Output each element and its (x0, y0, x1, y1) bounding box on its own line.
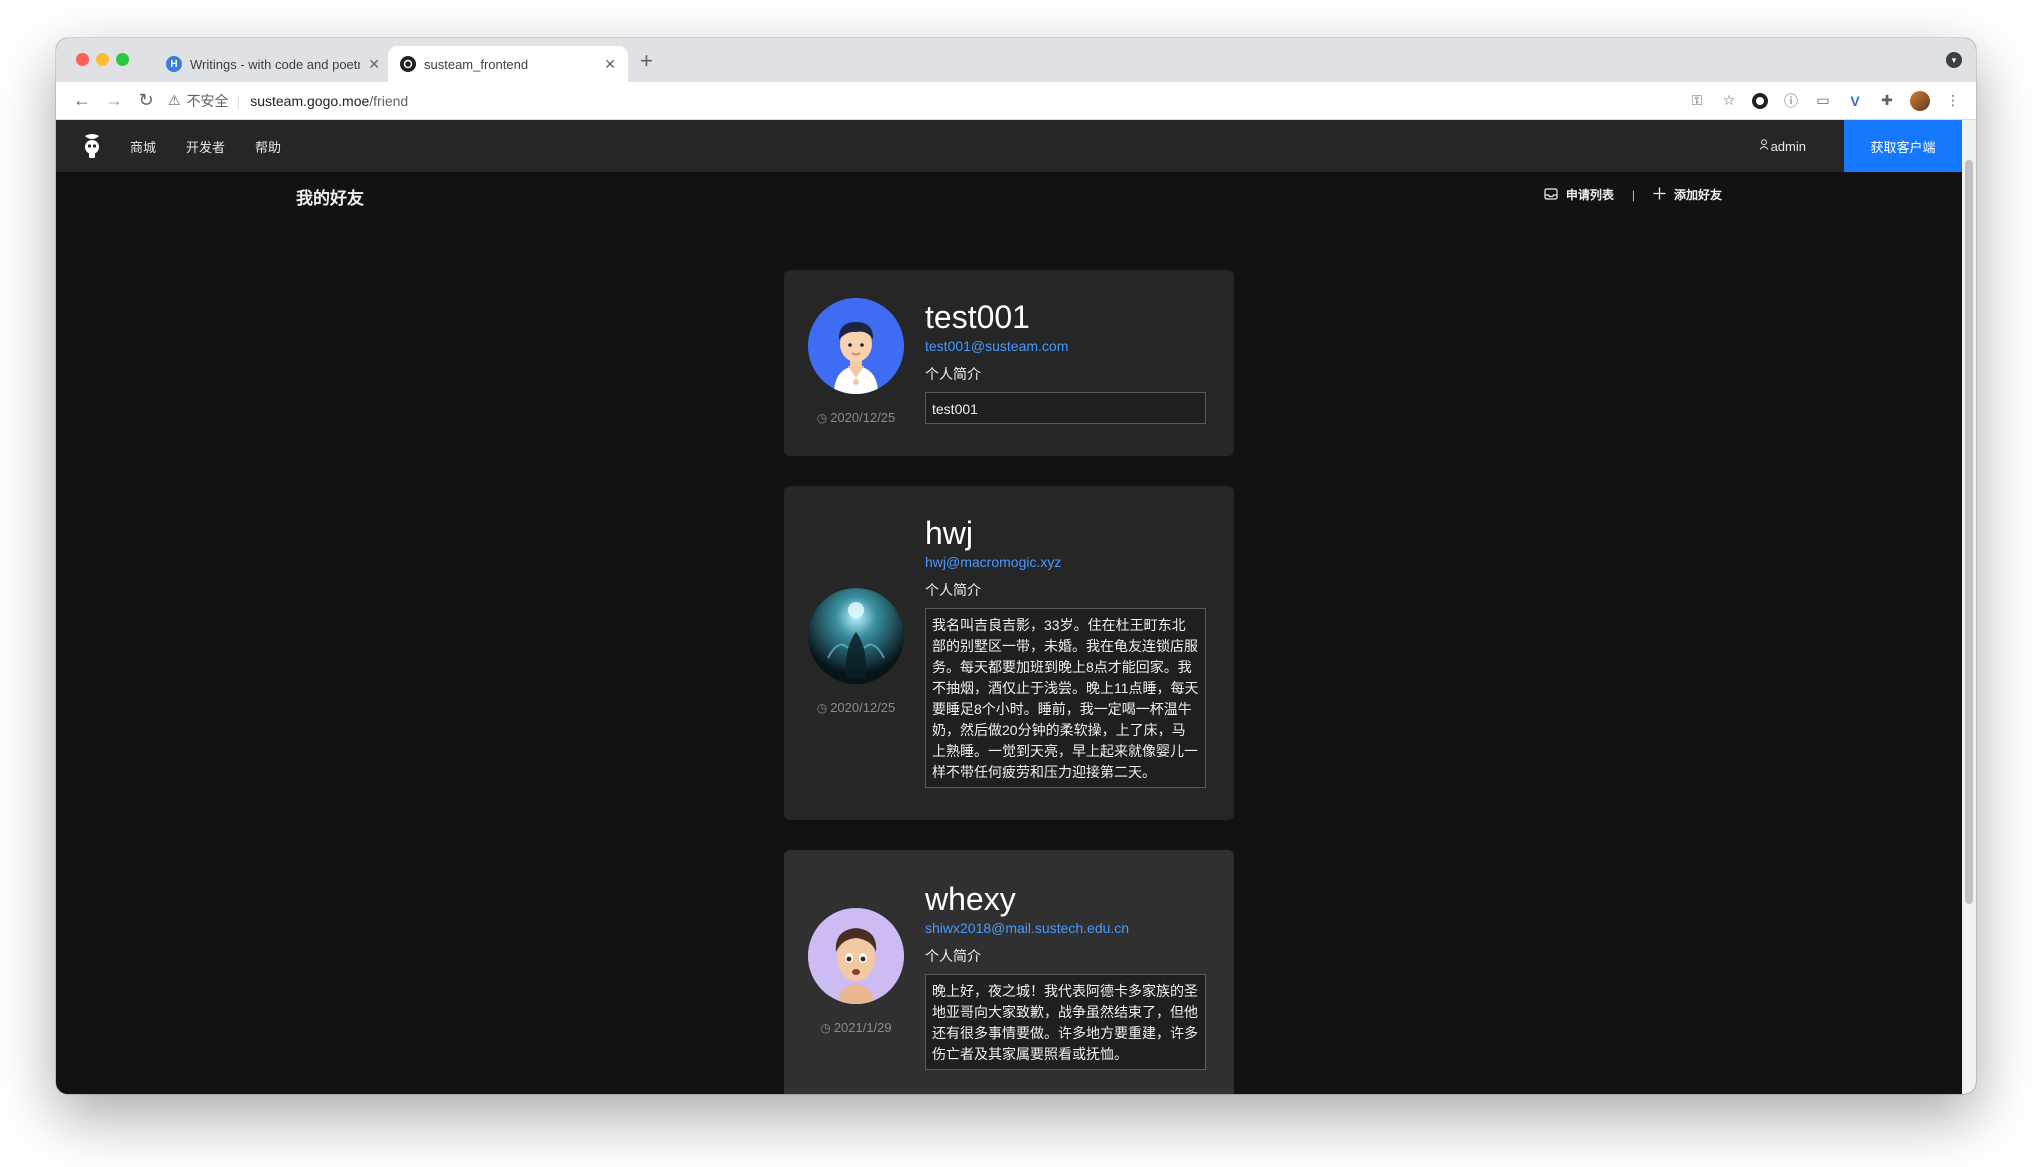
document-icon[interactable]: ▭ (1814, 92, 1832, 110)
bio-label: 个人简介 (925, 366, 981, 382)
username-label: admin (1770, 138, 1806, 154)
top-navigation: 商城 开发者 帮助 admin 获取客户端 (56, 120, 1962, 172)
action-divider: | (1631, 187, 1635, 202)
bio-label: 个人简介 (925, 948, 981, 964)
page-header: 我的好友 申请列表 | 添加好友 (56, 172, 1962, 218)
friend-bio: test001 (925, 392, 1206, 424)
browser-tab-susteam[interactable]: susteam_frontend ✕ (388, 46, 628, 82)
bookmark-star-icon[interactable]: ☆ (1720, 92, 1738, 110)
friend-avatar[interactable] (808, 588, 904, 684)
inbox-icon (1544, 187, 1558, 203)
friend-info: whexy shiwx2018@mail.sustech.edu.cn 个人简介… (925, 880, 1206, 1070)
friend-name: hwj (925, 515, 974, 551)
scrollbar-thumb[interactable] (1965, 160, 1973, 904)
address-separator: | (236, 92, 241, 109)
scrollbar[interactable] (1962, 120, 1976, 1094)
page-title: 我的好友 (296, 189, 364, 208)
insecure-label: 不安全 (186, 92, 229, 109)
warning-triangle-icon: ⚠ (168, 92, 181, 108)
toolbar-icons: ⚿ ☆ ⓘ ▭ V ✚ ⋮ (1688, 90, 1962, 111)
browser-tab-writings[interactable]: H Writings - with code and poetr ✕ (154, 46, 392, 82)
tab-close-icon[interactable]: ✕ (604, 56, 616, 73)
friend-info: hwj hwj@macromogic.xyz 个人简介 我名叫吉良吉影，33岁。… (925, 514, 1206, 788)
friend-date: ◷ 2021/1/29 (820, 1020, 892, 1035)
app-viewport: 商城 开发者 帮助 admin 获取客户端 我的好友 申请列表 | 添加好友 ◷… (56, 120, 1962, 1094)
friend-name: whexy (925, 881, 1016, 917)
info-circle-icon[interactable]: ⓘ (1782, 92, 1800, 110)
nav-item-developer[interactable]: 开发者 (186, 137, 225, 156)
clock-icon: ◷ (816, 411, 828, 425)
reload-icon[interactable]: ↻ (130, 90, 162, 111)
clock-icon: ◷ (820, 1021, 831, 1035)
get-client-button[interactable]: 获取客户端 (1844, 120, 1962, 172)
friend-name: test001 (925, 299, 1030, 335)
puzzle-extensions-icon[interactable]: ✚ (1878, 92, 1896, 110)
extension-record-icon[interactable] (1752, 92, 1768, 109)
url-path: /friend (369, 92, 409, 109)
more-vertical-icon[interactable]: ⋮ (1944, 92, 1962, 110)
request-list-label: 申请列表 (1565, 188, 1614, 202)
plus-icon (1653, 187, 1666, 203)
maximize-window-button[interactable] (116, 53, 129, 66)
back-arrow-icon[interactable]: ← (66, 90, 98, 111)
friend-date: ◷ 2020/12/25 (816, 410, 896, 425)
site-logo-icon[interactable] (80, 132, 104, 160)
friend-email[interactable]: hwj@macromogic.xyz (925, 554, 1206, 570)
key-icon[interactable]: ⚿ (1688, 92, 1706, 110)
url-host: susteam.gogo.moe (250, 92, 370, 109)
tab-title: susteam_frontend (424, 56, 529, 72)
nav-right: admin 获取客户端 (1759, 120, 1962, 172)
friend-date: ◷ 2020/12/25 (816, 700, 896, 715)
tab-title: Writings - with code and poetr (190, 56, 361, 72)
address-bar[interactable]: ⚠ 不安全 | susteam.gogo.moe /friend (168, 86, 1688, 116)
tab-search-chevron-icon[interactable]: ▾ (1946, 52, 1962, 68)
clock-icon: ◷ (816, 701, 828, 715)
close-window-button[interactable] (76, 53, 89, 66)
friend-avatar[interactable] (808, 298, 904, 394)
tab-strip: H Writings - with code and poetr ✕ suste… (56, 38, 1976, 82)
request-list-button[interactable]: 申请列表 (1544, 186, 1614, 203)
profile-avatar-icon[interactable] (1910, 90, 1930, 111)
add-friend-label: 添加好友 (1673, 188, 1722, 202)
nav-item-help[interactable]: 帮助 (255, 137, 281, 156)
new-tab-plus-icon[interactable]: + (640, 48, 653, 74)
friend-bio: 晚上好，夜之城！我代表阿德卡多家族的圣地亚哥向大家致歉，战争虽然结束了，但他还有… (925, 974, 1206, 1070)
friend-card: ◷ 2020/12/25 test001 test001@susteam.com … (784, 270, 1234, 456)
minimize-window-button[interactable] (96, 53, 109, 66)
user-menu[interactable]: admin (1759, 139, 1806, 154)
friend-card: ◷ 2020/12/25 hwj hwj@macromogic.xyz 个人简介 … (784, 486, 1234, 820)
user-icon (1759, 139, 1769, 153)
friend-email[interactable]: test001@susteam.com (925, 338, 1206, 354)
forward-arrow-icon[interactable]: → (98, 90, 130, 111)
friend-email[interactable]: shiwx2018@mail.sustech.edu.cn (925, 920, 1206, 936)
nav-item-store[interactable]: 商城 (130, 137, 156, 156)
friend-avatar[interactable] (808, 908, 904, 1004)
friend-bio: 我名叫吉良吉影，33岁。住在杜王町东北部的别墅区一带，未婚。我在龟友连锁店服务。… (925, 608, 1206, 788)
tab-close-icon[interactable]: ✕ (368, 56, 380, 73)
site-favicon-icon (400, 56, 416, 72)
bio-label: 个人简介 (925, 582, 981, 598)
friend-info: test001 test001@susteam.com 个人简介 test001 (925, 298, 1206, 424)
add-friend-button[interactable]: 添加好友 (1653, 186, 1722, 203)
extension-v-icon[interactable]: V (1846, 92, 1864, 110)
browser-toolbar: ← → ↻ ⚠ 不安全 | susteam.gogo.moe /friend ⚿… (56, 82, 1976, 120)
friend-card: ◷ 2021/1/29 whexy shiwx2018@mail.sustech.… (784, 850, 1234, 1094)
header-actions: 申请列表 | 添加好友 (1544, 186, 1722, 203)
browser-window: H Writings - with code and poetr ✕ suste… (56, 38, 1976, 1094)
site-favicon-icon: H (166, 56, 182, 72)
